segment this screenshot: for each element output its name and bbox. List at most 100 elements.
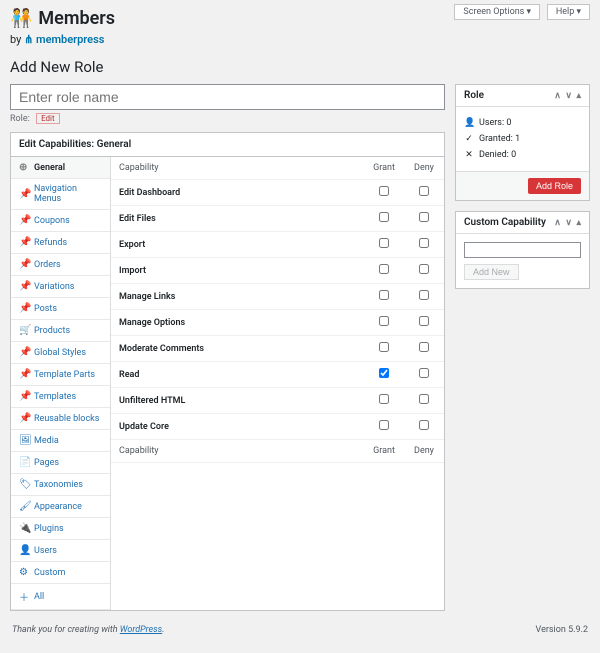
denied-stat: Denied: 0 [479, 150, 516, 160]
custom-capability-box: Custom Capability ∧ ∨ ▴ Add New [455, 211, 590, 289]
tab-all[interactable]: ＋All [11, 584, 110, 610]
tab-products[interactable]: 🛒Products [11, 320, 110, 342]
pin-icon: 📌 [19, 413, 29, 424]
capability-name: Import [111, 258, 364, 284]
tab-refunds[interactable]: 📌Refunds [11, 232, 110, 254]
capability-row: Export [111, 232, 444, 258]
pin-icon: 📌 [19, 303, 29, 314]
tab-label: Plugins [34, 524, 64, 534]
deny-checkbox[interactable] [419, 394, 429, 404]
add-new-capability-button[interactable]: Add New [464, 264, 519, 280]
grant-checkbox[interactable] [379, 420, 389, 430]
pin-icon: ⚙ [19, 567, 29, 578]
role-meta-title: Role [464, 90, 484, 101]
tab-label: Posts [34, 304, 57, 314]
tab-plugins[interactable]: 🔌 Plugins [11, 518, 110, 540]
plugin-title: Members [38, 8, 115, 29]
tab-template-parts[interactable]: 📌 Template Parts [11, 364, 110, 386]
deny-checkbox[interactable] [419, 238, 429, 248]
tab-navigation-menus[interactable]: 📌Navigation Menus [11, 179, 110, 210]
move-up-icon[interactable]: ∧ [554, 218, 561, 228]
grant-checkbox[interactable] [379, 212, 389, 222]
tab-orders[interactable]: 📌Orders [11, 254, 110, 276]
tab-label: Users [34, 546, 57, 556]
tab-media[interactable]: 🖼Media [11, 430, 110, 452]
pin-icon: 📌 [19, 391, 29, 402]
pin-icon: 📌 [19, 347, 29, 358]
tab-label: Coupons [34, 216, 70, 226]
tab-label: Refunds [34, 238, 67, 248]
tab-users[interactable]: 👤Users [11, 540, 110, 562]
move-down-icon[interactable]: ∨ [565, 91, 572, 101]
tab-variations[interactable]: 📌Variations [11, 276, 110, 298]
pin-icon: 🔌 [19, 523, 29, 534]
users-stat: Users: 0 [479, 118, 511, 128]
screen-options-button[interactable]: Screen Options ▾ [454, 4, 540, 20]
denied-icon: ✕ [464, 150, 474, 160]
users-icon: 👤 [464, 118, 474, 128]
grant-checkbox[interactable] [379, 290, 389, 300]
pin-icon: 🖼 [19, 435, 29, 446]
pin-icon: 📄 [19, 457, 29, 468]
capability-name: Edit Dashboard [111, 180, 364, 206]
footer-thanks: Thank you for creating with WordPress. [12, 625, 165, 635]
col-capability-foot: Capability [111, 440, 364, 463]
toggle-icon[interactable]: ▴ [576, 218, 581, 228]
grant-checkbox[interactable] [379, 342, 389, 352]
pin-icon: 📌 [19, 369, 29, 380]
tab-coupons[interactable]: 📌Coupons [11, 210, 110, 232]
tab-posts[interactable]: 📌 Posts [11, 298, 110, 320]
pin-icon: ⊕ [19, 162, 29, 173]
col-capability: Capability [111, 157, 364, 180]
grant-checkbox[interactable] [379, 368, 389, 378]
grant-checkbox[interactable] [379, 238, 389, 248]
move-down-icon[interactable]: ∨ [565, 218, 572, 228]
role-name-input[interactable] [10, 84, 445, 110]
grant-checkbox[interactable] [379, 264, 389, 274]
capability-name: Unfiltered HTML [111, 388, 364, 414]
capability-name: Moderate Comments [111, 336, 364, 362]
deny-checkbox[interactable] [419, 264, 429, 274]
wordpress-link[interactable]: WordPress [120, 625, 162, 635]
tab-label: Navigation Menus [34, 184, 102, 204]
custom-capability-input[interactable] [464, 242, 581, 258]
deny-checkbox[interactable] [419, 420, 429, 430]
deny-checkbox[interactable] [419, 316, 429, 326]
capability-row: Moderate Comments [111, 336, 444, 362]
tab-label: Products [34, 326, 70, 336]
granted-icon: ✓ [464, 134, 474, 144]
grant-checkbox[interactable] [379, 316, 389, 326]
deny-checkbox[interactable] [419, 186, 429, 196]
capability-name: Read [111, 362, 364, 388]
tab-label: Reusable blocks [34, 414, 99, 424]
tab-general[interactable]: ⊕General [11, 157, 110, 179]
tab-label: Template Parts [34, 370, 95, 380]
deny-checkbox[interactable] [419, 368, 429, 378]
help-button[interactable]: Help ▾ [547, 4, 590, 20]
deny-checkbox[interactable] [419, 342, 429, 352]
toggle-icon[interactable]: ▴ [576, 91, 581, 101]
tab-global-styles[interactable]: 📌Global Styles [11, 342, 110, 364]
capability-name: Export [111, 232, 364, 258]
tab-taxonomies[interactable]: 🏷Taxonomies [11, 474, 110, 496]
tab-label: Appearance [34, 502, 82, 512]
col-grant-foot: Grant [364, 440, 404, 463]
capability-row: Unfiltered HTML [111, 388, 444, 414]
tab-pages[interactable]: 📄Pages [11, 452, 110, 474]
tab-label: All [34, 592, 44, 602]
tab-reusable-blocks[interactable]: 📌 Reusable blocks [11, 408, 110, 430]
deny-checkbox[interactable] [419, 212, 429, 222]
add-role-button[interactable]: Add Role [528, 178, 581, 194]
move-up-icon[interactable]: ∧ [554, 91, 561, 101]
tab-label: Taxonomies [34, 480, 83, 490]
edit-slug-button[interactable]: Edit [36, 113, 60, 124]
tab-label: Templates [34, 392, 76, 402]
grant-checkbox[interactable] [379, 186, 389, 196]
tab-custom[interactable]: ⚙Custom [11, 562, 110, 584]
deny-checkbox[interactable] [419, 290, 429, 300]
tab-templates[interactable]: 📌 Templates [11, 386, 110, 408]
grant-checkbox[interactable] [379, 394, 389, 404]
version-label: Version 5.9.2 [536, 625, 588, 635]
edit-capabilities-box: Edit Capabilities: General ⊕General📌Navi… [10, 132, 445, 611]
tab-appearance[interactable]: 🖌Appearance [11, 496, 110, 518]
